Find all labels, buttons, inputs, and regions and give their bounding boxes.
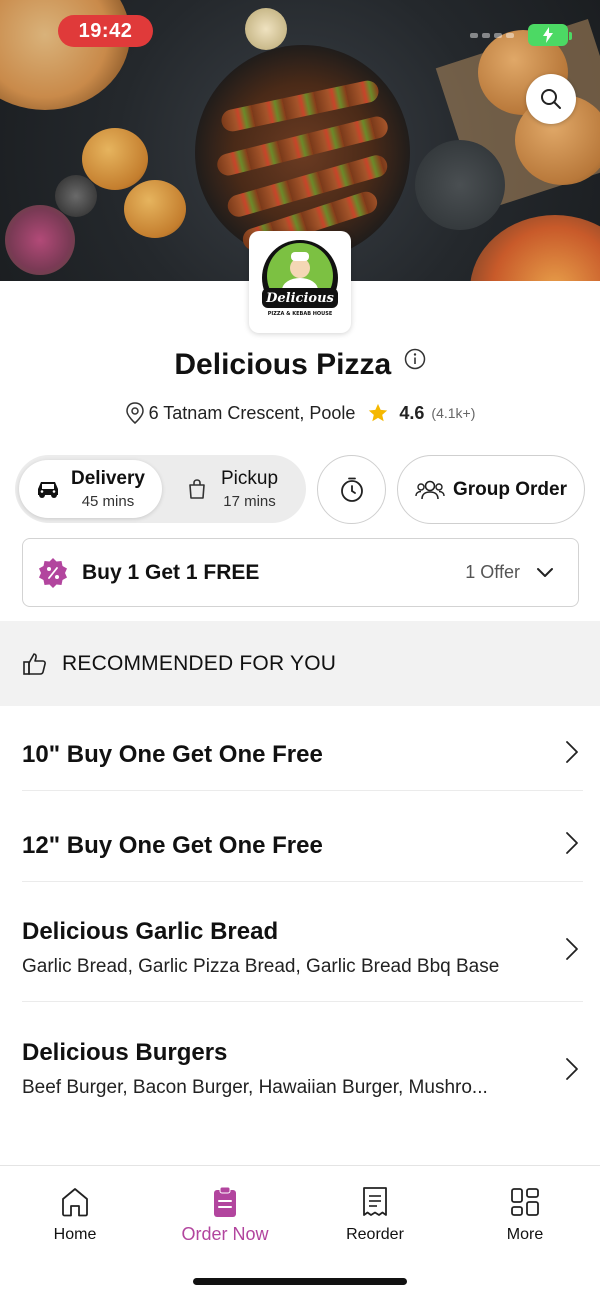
recommended-title: RECOMMENDED FOR YOU — [62, 651, 337, 675]
hero-burger — [124, 180, 186, 238]
signal-icon — [470, 32, 514, 38]
group-order-button[interactable]: Group Order — [397, 455, 585, 524]
location-pin-icon — [125, 402, 144, 424]
restaurant-name-row: Delicious Pizza — [0, 348, 600, 382]
chevron-right-icon — [566, 832, 578, 854]
chevron-down-icon — [537, 567, 553, 577]
grid-icon — [511, 1188, 539, 1216]
receipt-icon — [363, 1187, 387, 1216]
restaurant-logo: Delicious PIZZA & KEBAB HOUSE — [249, 231, 351, 333]
restaurant-name: Delicious Pizza — [174, 348, 392, 381]
hero-burger — [82, 128, 148, 190]
tab-home[interactable]: Home — [20, 1186, 130, 1244]
info-icon[interactable] — [404, 348, 426, 375]
address-row: 6 Tatnam Crescent, Poole 4.6 (4.1k+) — [0, 402, 600, 424]
tab-home-label: Home — [53, 1226, 97, 1243]
star-icon — [369, 403, 388, 422]
tab-reorder-label: Reorder — [346, 1226, 404, 1243]
hero-pepper-bowl — [55, 175, 97, 217]
order-mode-switch: Delivery 45 mins Pickup 17 mins — [15, 455, 306, 523]
hero-onion-bowl — [5, 205, 75, 275]
menu-item-title: 12" Buy One Get One Free — [22, 832, 323, 859]
menu-item-title: 10" Buy One Get One Free — [22, 741, 323, 768]
schedule-button[interactable] — [317, 455, 386, 524]
menu-item[interactable]: 12" Buy One Get One Free — [22, 791, 583, 882]
delivery-option[interactable]: Delivery 45 mins — [19, 460, 162, 518]
tab-order-now-label: Order Now — [181, 1224, 269, 1244]
rating-count: (4.1k+) — [431, 405, 476, 421]
menu-item[interactable]: Delicious Burgers Beef Burger, Bacon Bur… — [22, 1002, 583, 1122]
offer-banner[interactable]: Buy 1 Get 1 FREE 1 Offer — [22, 538, 579, 607]
hero-pizza-image-2 — [470, 215, 600, 281]
timer-icon — [340, 477, 363, 502]
group-icon — [415, 480, 445, 499]
tab-more-label: More — [506, 1226, 544, 1243]
menu-item-subtitle: Garlic Bread, Garlic Pizza Bread, Garlic… — [22, 956, 500, 977]
home-icon — [62, 1188, 88, 1217]
pickup-option[interactable]: Pickup 17 mins — [165, 460, 301, 518]
bottom-tab-bar: Home Order Now Reorder More — [0, 1165, 600, 1298]
chevron-right-icon — [566, 938, 578, 960]
delivery-time: 45 mins — [81, 493, 135, 510]
restaurant-address: 6 Tatnam Crescent, Poole — [148, 402, 356, 423]
group-order-label: Group Order — [452, 478, 567, 500]
rating-value: 4.6 — [399, 402, 425, 423]
chevron-right-icon — [566, 1058, 578, 1080]
shopping-bag-icon — [189, 479, 205, 499]
tab-order-now[interactable]: Order Now — [170, 1186, 280, 1245]
search-icon — [541, 89, 561, 109]
delivery-label: Delivery — [71, 468, 145, 489]
menu-item-subtitle: Beef Burger, Bacon Burger, Hawaiian Burg… — [22, 1077, 488, 1098]
status-right — [470, 24, 572, 46]
chevron-right-icon — [566, 741, 578, 763]
car-icon — [38, 482, 58, 498]
discount-badge-icon — [39, 557, 67, 588]
search-button[interactable] — [526, 74, 576, 124]
status-time: 19:42 — [58, 15, 153, 47]
order-clipboard-icon — [214, 1186, 236, 1217]
hero-sauce-bowl — [245, 8, 287, 50]
pickup-time: 17 mins — [223, 493, 276, 510]
recommended-header: RECOMMENDED FOR YOU — [0, 621, 600, 706]
offer-count: 1 Offer — [465, 562, 520, 582]
delicious-logo-image: Delicious PIZZA & KEBAB HOUSE — [262, 240, 338, 317]
tab-reorder[interactable]: Reorder — [320, 1186, 430, 1244]
menu-item-title: Delicious Burgers — [22, 1039, 228, 1066]
battery-icon — [528, 24, 572, 46]
home-indicator — [193, 1278, 407, 1285]
hero-plate — [415, 140, 505, 230]
menu-item[interactable]: Delicious Garlic Bread Garlic Bread, Gar… — [22, 882, 583, 1002]
menu-item[interactable]: 10" Buy One Get One Free — [22, 707, 583, 791]
thumbs-up-icon — [23, 652, 46, 675]
svg-text:PIZZA & KEBAB HOUSE: PIZZA & KEBAB HOUSE — [268, 311, 333, 317]
tab-more[interactable]: More — [470, 1186, 580, 1244]
svg-text:Delicious: Delicious — [265, 291, 334, 306]
offer-title: Buy 1 Get 1 FREE — [82, 560, 260, 584]
menu-item-title: Delicious Garlic Bread — [22, 918, 279, 945]
pickup-label: Pickup — [221, 468, 279, 489]
